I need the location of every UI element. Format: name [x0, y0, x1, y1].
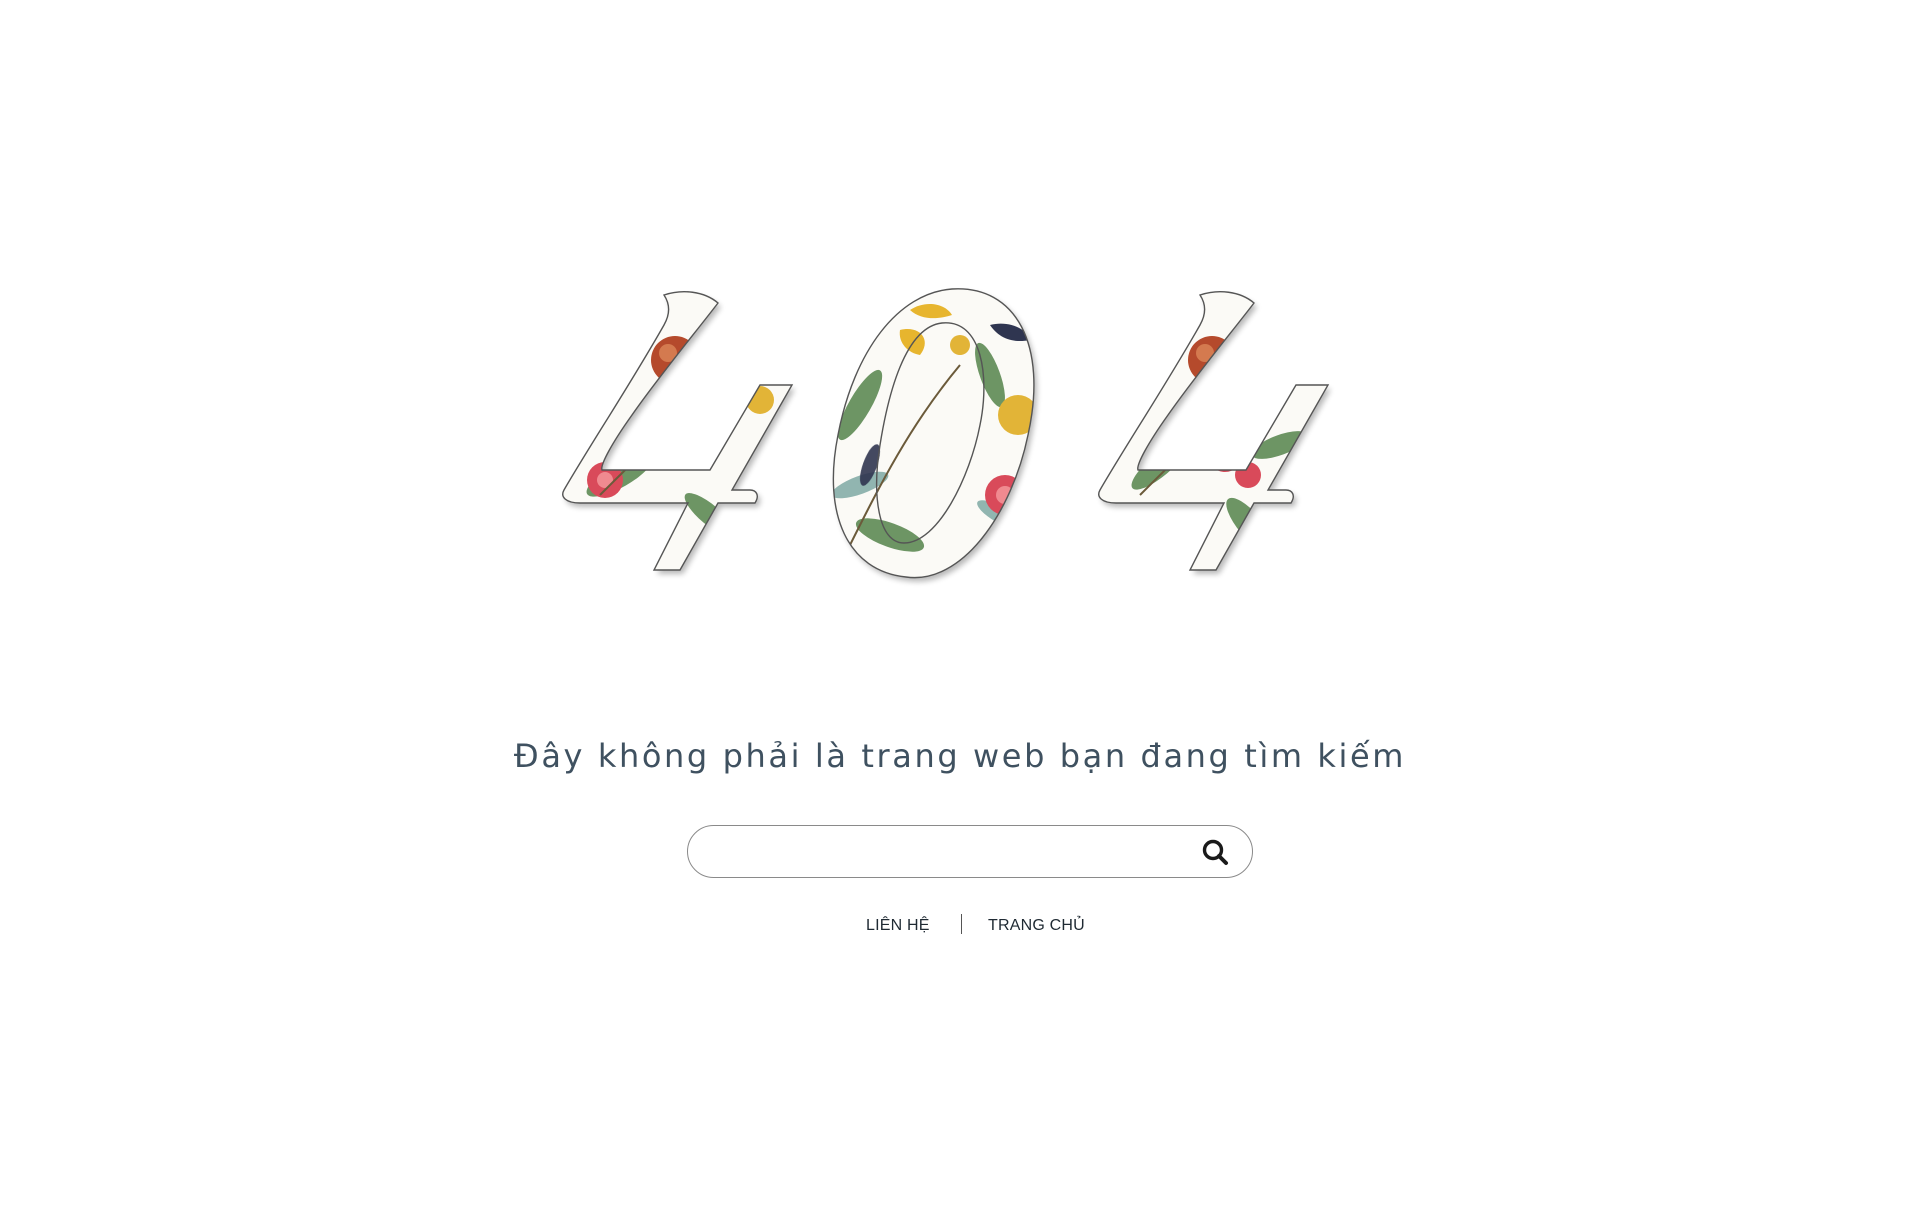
- contact-link[interactable]: LIÊN HỆ: [866, 917, 930, 935]
- search-button[interactable]: [1198, 835, 1234, 871]
- search-box: [687, 825, 1253, 878]
- search-input[interactable]: [710, 834, 1174, 872]
- home-link[interactable]: TRANG CHỦ: [988, 917, 1085, 935]
- error-code-text: 404: [979, 704, 981, 706]
- error-404-illustration: 404: [560, 285, 1400, 710]
- error-message: Đây không phải là trang web bạn đang tìm…: [513, 737, 1407, 775]
- error-page: 404 Đây không phải là trang web bạn đang…: [0, 0, 1920, 1230]
- footer-links: LIÊN HỆ TRANG CHỦ: [0, 912, 1920, 942]
- search-icon: [1198, 839, 1234, 875]
- link-divider: [961, 914, 962, 934]
